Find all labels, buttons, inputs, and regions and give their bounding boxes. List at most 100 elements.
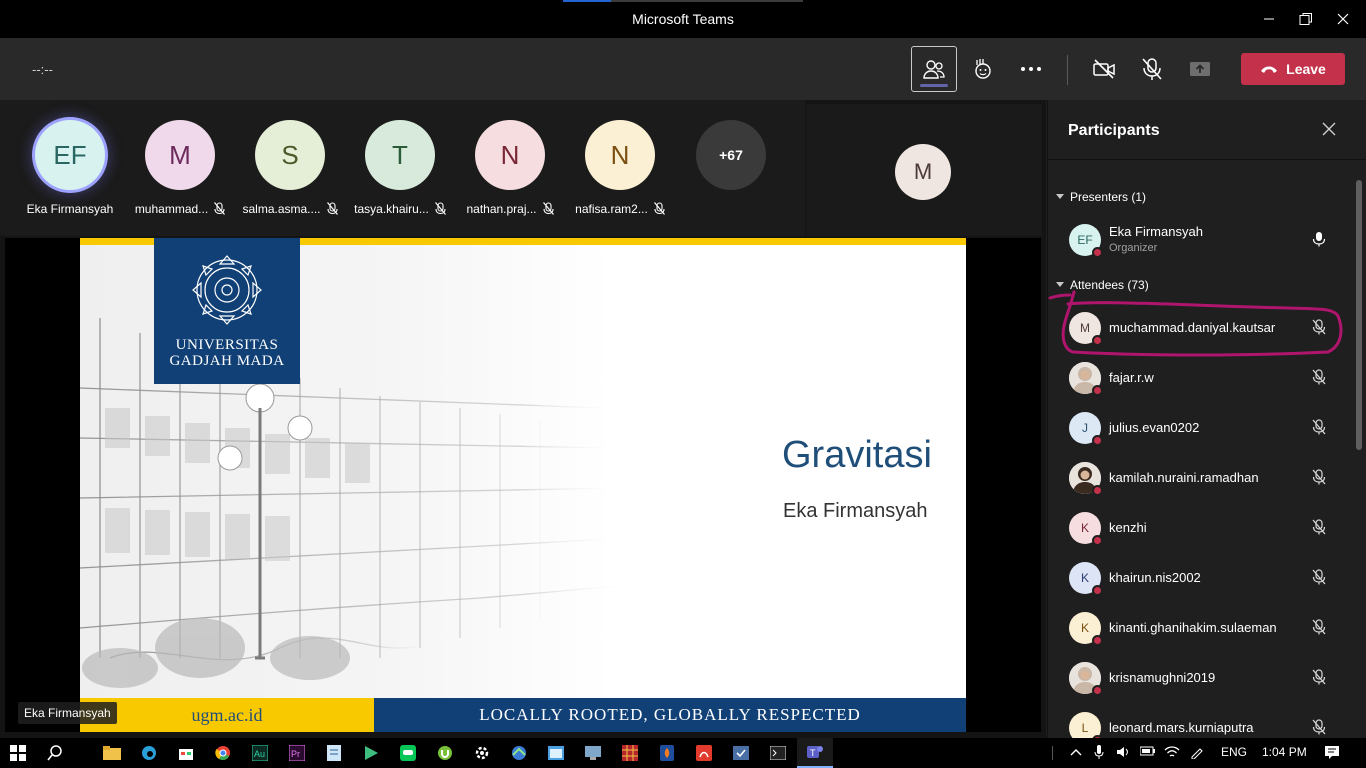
participant-tile[interactable]: Nnafisa.ram2... [570,120,670,220]
battery-icon [1139,746,1155,756]
show-participants-button[interactable] [911,46,957,92]
self-view: M [806,104,1042,236]
mic-status [1312,569,1326,590]
notification-center-button[interactable] [1324,745,1340,762]
participant-tile[interactable]: EF Eka Firmansyah [20,120,120,220]
attendee-row[interactable]: Lleonard.mars.kurniaputra [1048,703,1348,738]
more-participants-button[interactable]: +67 [696,120,766,190]
slide-subtitle: Eka Firmansyah [783,500,928,522]
taskbar-notes[interactable] [316,738,352,768]
teams-icon: T [807,746,823,758]
network-button[interactable] [1164,745,1180,762]
attendee-row[interactable]: krisnamughni2019 [1048,653,1348,703]
taskbar-app-check[interactable] [723,738,759,768]
close-panel-button[interactable] [1322,122,1336,141]
attendee-row[interactable]: Kkenzhi [1048,503,1348,553]
taskbar-line[interactable] [390,738,426,768]
taskbar-audition[interactable]: Au [242,738,278,768]
language-indicator[interactable]: ENG [1221,745,1247,759]
taskbar-torrent[interactable] [427,738,463,768]
participant-name: muhammad... [134,202,209,216]
participant-name-row: Eka Firmansyah [20,202,120,216]
raise-hand-icon [975,59,991,79]
participant-avatar [1069,462,1103,496]
mic-status [1312,669,1326,690]
participant-name-row: nathan.praj... [460,202,560,218]
mic-status [1312,469,1326,490]
mic-toggle-button[interactable] [1129,46,1175,92]
participant-tile[interactable]: Nnathan.praj... [460,120,560,220]
muted-indicator [214,202,226,218]
taskbar-app-pdf[interactable] [686,738,722,768]
share-screen-icon [1190,62,1210,76]
leave-label: Leave [1286,61,1326,77]
battery-button[interactable] [1139,745,1156,760]
participant-avatar: N [475,120,545,190]
presenter-row[interactable]: EF Eka Firmansyah Organizer [1048,215,1348,265]
university-name-line2: GADJAH MADA [169,353,285,369]
volume-button[interactable] [1116,745,1130,762]
more-actions-button[interactable] [1008,46,1054,92]
checklist-icon [733,746,749,760]
presence-dot [1092,585,1103,596]
taskbar-edge[interactable] [131,738,167,768]
reactions-button[interactable] [960,46,1006,92]
ugm-logo: UNIVERSITAS GADJAH MADA [154,238,300,384]
presenters-section-toggle[interactable]: Presenters (1) [1056,190,1146,204]
camera-off-icon [1093,59,1115,79]
participant-tile[interactable]: Ttasya.khairu... [350,120,450,220]
title-bar: Microsoft Teams [0,0,1366,38]
taskbar-terminal[interactable] [760,738,796,768]
presence-dot [1092,485,1103,496]
participant-avatar: EF [1069,224,1103,258]
participant-avatar: K [1069,612,1103,646]
taskbar-store[interactable] [168,738,204,768]
os-taskbar: Au Pr T ENG 1:04 PM [0,738,1366,768]
taskbar-settings[interactable] [464,738,500,768]
taskbar-app-network[interactable] [501,738,537,768]
camera-toggle-button[interactable] [1081,46,1127,92]
presence-dot [1092,385,1103,396]
taskbar-app-fire[interactable] [649,738,685,768]
participant-name-row: tasya.khairu... [350,202,450,218]
attendee-row[interactable]: kamilah.nuraini.ramadhan [1048,453,1348,503]
university-name-line1: UNIVERSITAS [175,337,279,353]
panel-title: Participants [1068,122,1160,139]
clock[interactable]: 1:04 PM [1262,745,1307,759]
participant-name: tasya.khairu... [354,202,429,216]
attendee-row[interactable]: Kkinanti.ghanihakim.sulaeman [1048,603,1348,653]
show-hidden-icons-button[interactable] [1070,745,1082,759]
phone-hangup-icon [1261,66,1278,73]
taskbar-media-player[interactable] [353,738,389,768]
share-content-button[interactable] [1177,46,1223,92]
search-button[interactable] [37,738,73,768]
attendee-row[interactable]: fajar.r.w [1048,353,1348,403]
taskbar-chrome[interactable] [205,738,241,768]
avatar-initials: K [1080,571,1089,585]
participant-tile[interactable]: Ssalma.asma.... [240,120,340,220]
start-button[interactable] [0,738,36,768]
play-icon [365,746,378,760]
attendee-row[interactable]: Kkhairun.nis2002 [1048,553,1348,603]
close-icon [1322,122,1336,136]
taskbar-app-window[interactable] [538,738,574,768]
pen-button[interactable] [1190,745,1204,762]
taskbar-teams[interactable]: T [797,738,833,768]
close-window-button[interactable] [1320,0,1366,38]
participant-avatar: K [1069,512,1103,546]
taskbar-file-explorer[interactable] [94,738,130,768]
taskbar-app-remote[interactable] [575,738,611,768]
panel-scrollbar[interactable] [1356,180,1362,450]
taskbar-premiere[interactable]: Pr [279,738,315,768]
muted-indicator [542,202,554,218]
avatar-initials: K [1080,521,1089,535]
tray-mic-button[interactable] [1094,745,1104,762]
participant-tile[interactable]: Mmuhammad... [130,120,230,220]
participant-name-row: salma.asma.... [240,202,340,218]
attendee-row[interactable]: Jjulius.evan0202 [1048,403,1348,453]
shared-screen: UNIVERSITAS GADJAH MADA Gravitasi Eka Fi… [5,238,1041,732]
taskbar-app-grid[interactable] [612,738,648,768]
mic-off-icon [434,202,446,215]
leave-button[interactable]: Leave [1241,53,1345,85]
participant-name: nafisa.ram2... [575,202,648,216]
